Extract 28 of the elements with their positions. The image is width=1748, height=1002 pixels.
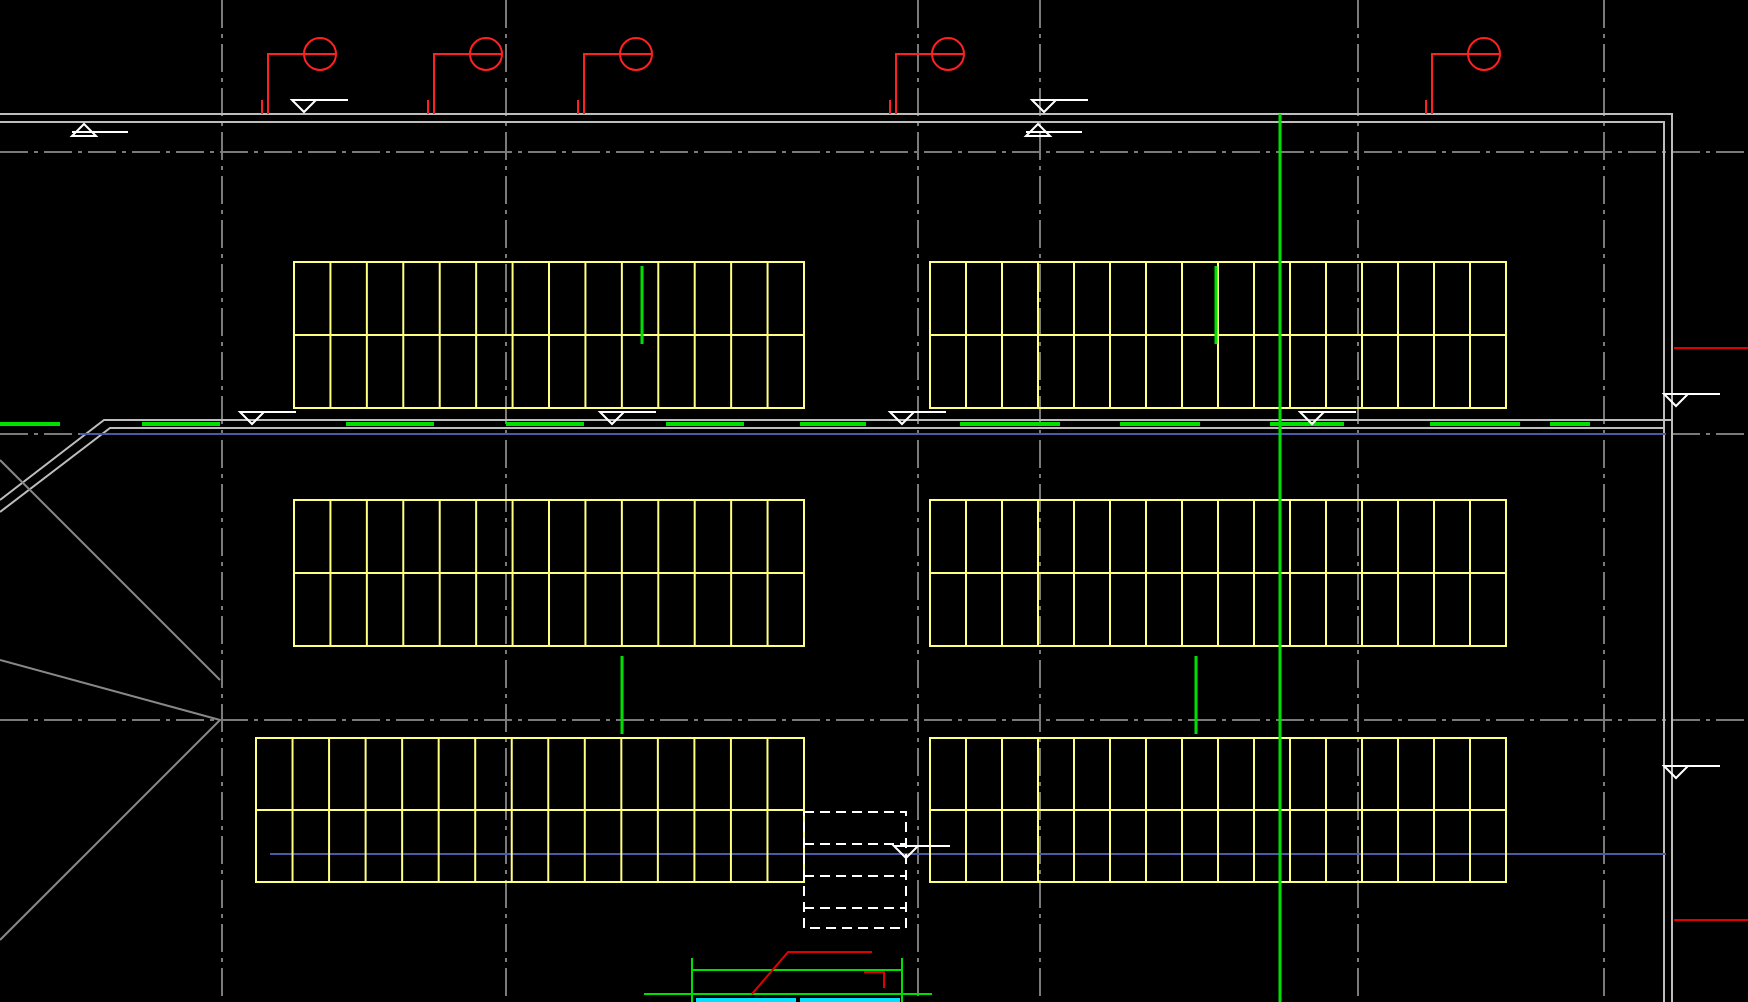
pipe-line bbox=[0, 422, 60, 426]
leader-line bbox=[1673, 919, 1748, 921]
elevation-marker-icon bbox=[891, 845, 951, 860]
pipe-line bbox=[1214, 266, 1218, 344]
pipe-line bbox=[666, 422, 744, 426]
elevation-marker-icon bbox=[1023, 122, 1083, 137]
pipe-line bbox=[640, 266, 644, 344]
elevation-marker-icon bbox=[69, 122, 129, 137]
elevation-marker-icon bbox=[1029, 99, 1089, 114]
pipe-line bbox=[506, 422, 584, 426]
pipe-line bbox=[620, 656, 624, 734]
pipe-line bbox=[960, 422, 1060, 426]
stair-drawing bbox=[803, 811, 907, 929]
pipe-line bbox=[1550, 422, 1590, 426]
elevation-marker-icon bbox=[1661, 393, 1721, 408]
pipe-line bbox=[142, 422, 220, 426]
pipe-line bbox=[346, 422, 434, 426]
elevation-marker-icon bbox=[597, 411, 657, 426]
pipe-line bbox=[1120, 422, 1200, 426]
pipe-line bbox=[1194, 656, 1198, 734]
elevation-marker-icon bbox=[237, 411, 297, 426]
elevation-marker-icon bbox=[1297, 411, 1357, 426]
elevation-marker-icon bbox=[1661, 765, 1721, 780]
elevation-marker-icon bbox=[289, 99, 349, 114]
elevation-marker-icon bbox=[887, 411, 947, 426]
pipe-line bbox=[1430, 422, 1520, 426]
pipe-line bbox=[800, 422, 866, 426]
leader-line bbox=[1673, 347, 1748, 349]
